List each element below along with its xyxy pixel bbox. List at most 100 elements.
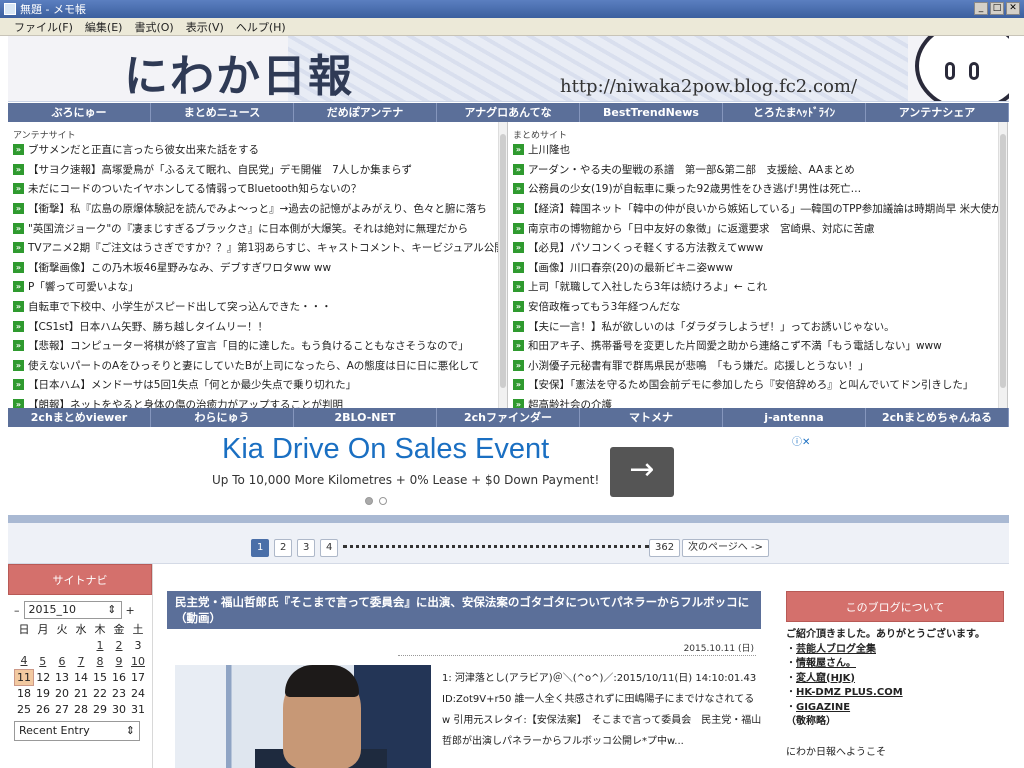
list-item-title[interactable]: 上司「就職して入社したら3年は続けろよ」← これ: [528, 279, 767, 294]
list-item[interactable]: » 【画像】川口春奈(20)の最新ビキニ姿www: [508, 258, 1007, 278]
about-link[interactable]: 変人窟(HJK): [796, 673, 855, 684]
list-item[interactable]: » 使えないパートのAをひっそりと妻にしていたBが上司になったら、Aの態度は日に日…: [8, 356, 507, 376]
list-item-title[interactable]: 【衝撃画像】この乃木坂46星野みなみ、デブすぎワロタww ww: [28, 260, 331, 275]
list-item[interactable]: » 【衝撃画像】この乃木坂46星野みなみ、デブすぎワロタww ww: [8, 258, 507, 278]
post-title[interactable]: 民主党・福山哲郎氏『そこまで言って委員会』に出演、安保法案のゴタゴタについてパネ…: [167, 591, 761, 629]
calendar-day[interactable]: 8: [91, 653, 110, 669]
list-item-title[interactable]: ブサメンだと正直に言ったら彼女出来た話をする: [28, 142, 259, 157]
list-item[interactable]: » 超高齢社会の介護: [508, 395, 1007, 408]
scrollbar-thumb[interactable]: [1000, 134, 1006, 388]
list-item[interactable]: » 未だにコードのついたイヤホンしてる情弱ってBluetooth知らないの？: [8, 179, 507, 199]
list-item-title[interactable]: 【悲報】コンピューター将棋が終了宣言「目的に達した。もう負けることもなさそうなの…: [28, 338, 469, 353]
list-item[interactable]: » 【経済】韓国ネット「韓中の仲が良いから嫉妬している」―韓国のTPP参加議論は時…: [508, 199, 1007, 219]
list-item-title[interactable]: 【CS1st】日本ハム矢野、勝ち越しタイムリー！！: [28, 319, 268, 334]
nav-link[interactable]: マトメナ: [580, 408, 723, 427]
menu-file[interactable]: ファイル(F): [14, 19, 73, 35]
next-page-button[interactable]: 次のページへ ->: [682, 539, 769, 557]
list-item[interactable]: » 安倍政権ってもう3年経つんだな: [508, 297, 1007, 317]
about-link[interactable]: 芸能人ブログ全集: [796, 644, 876, 655]
list-item[interactable]: » 【必見】パソコンくっそ軽くする方法教えてwww: [508, 238, 1007, 258]
list-item-title[interactable]: 【経済】韓国ネット「韓中の仲が良いから嫉妬している」―韓国のTPP参加議論は時期…: [528, 201, 1007, 216]
calendar-day[interactable]: 2: [110, 637, 129, 653]
matome-list-scrollbar[interactable]: [998, 122, 1007, 408]
list-item-title[interactable]: 【画像】川口春奈(20)の最新ビキニ姿www: [528, 260, 733, 275]
list-item[interactable]: » ブサメンだと正直に言ったら彼女出来た話をする: [8, 140, 507, 160]
list-item[interactable]: » TVアニメ2期『ご注文はうさぎですか？？』第1羽あらすじ、キャストコメント、キ…: [8, 238, 507, 258]
page-link[interactable]: 3: [297, 539, 316, 557]
list-item[interactable]: » アーダン・やる夫の聖戦の系譜 第一部&第二部 支援絵、AAまとめ: [508, 160, 1007, 180]
calendar-day[interactable]: 7: [72, 653, 91, 669]
minimize-button[interactable]: _: [974, 2, 988, 15]
list-item[interactable]: » 自転車で下校中、小学生がスピード出して突っ込んできた・・・: [8, 297, 507, 317]
nav-link[interactable]: アナグロあんてな: [437, 103, 580, 122]
site-logo[interactable]: にわか日報: [124, 40, 354, 101]
list-item-title[interactable]: 未だにコードのついたイヤホンしてる情弱ってBluetooth知らないの？: [28, 181, 361, 196]
list-item[interactable]: » 小渕優子元秘書有罪で群馬県民が悲鳴 「もう嫌だ。応援しとうない！」: [508, 356, 1007, 376]
list-item-title[interactable]: TVアニメ2期『ご注文はうさぎですか？？』第1羽あらすじ、キャストコメント、キー…: [28, 240, 507, 255]
list-item-title[interactable]: 安倍政権ってもう3年経つんだな: [528, 299, 680, 314]
list-item-title[interactable]: 南京市の博物館から「日中友好の象徴」に返還要求 宮崎県、対応に苦慮: [528, 221, 875, 236]
list-item-title[interactable]: P「響って可愛いよな」: [28, 279, 139, 294]
list-item[interactable]: » P「響って可愛いよな」: [8, 277, 507, 297]
list-item[interactable]: » 【サヨク速報】高塚愛鳥が「ふるえて眠れ、自民党」デモ開催 7人しか集まらず: [8, 160, 507, 180]
nav-link[interactable]: j-antenna: [723, 408, 866, 427]
menu-edit[interactable]: 編集(E): [85, 19, 123, 35]
list-item[interactable]: » 和田アキ子、携帯番号を変更した片岡愛之助から連絡こず不満「もう電話しない」ww…: [508, 336, 1007, 356]
nav-link[interactable]: 2BLO-NET: [294, 408, 437, 427]
list-item-title[interactable]: 公務員の少女(19)が自転車に乗った92歳男性をひき逃げ!男性は死亡…: [528, 181, 861, 196]
site-banner[interactable]: にわか日報 http://niwaka2pow.blog.fc2.com/: [8, 36, 1009, 102]
antenna-list-scrollbar[interactable]: [498, 122, 507, 408]
calendar-day[interactable]: 4: [15, 653, 34, 669]
about-link[interactable]: HK-DMZ PLUS.COM: [796, 687, 903, 698]
list-item-title[interactable]: 使えないパートのAをひっそりと妻にしていたBが上司になったら、Aの態度は日に日に…: [28, 358, 479, 373]
list-item[interactable]: » 【CS1st】日本ハム矢野、勝ち越しタイムリー！！: [8, 316, 507, 336]
list-item[interactable]: » 公務員の少女(19)が自転車に乗った92歳男性をひき逃げ!男性は死亡…: [508, 179, 1007, 199]
list-item[interactable]: » 【衝撃】私『広島の原爆体験記を読んでみよ～っと』→過去の記憶がよみがえり、色々…: [8, 199, 507, 219]
menu-view[interactable]: 表示(V): [186, 19, 224, 35]
recent-entry-select[interactable]: Recent Entry ⇕: [14, 721, 140, 741]
list-item[interactable]: » 上司「就職して入社したら3年は続けろよ」← これ: [508, 277, 1007, 297]
ad-banner[interactable]: Kia Drive On Sales Event Up To 10,000 Mo…: [8, 427, 1009, 523]
post-thumbnail[interactable]: [175, 665, 431, 768]
about-link[interactable]: 情報屋さん。: [796, 658, 856, 669]
nav-link[interactable]: わらにゅう: [151, 408, 294, 427]
month-select[interactable]: 2015_10 ⇕: [23, 601, 122, 619]
list-item-title[interactable]: 超高齢社会の介護: [528, 397, 612, 408]
list-item-title[interactable]: 【夫に一言！】私が欲しいのは「ダラダラしようぜ！」ってお誘いじゃない。: [528, 319, 895, 334]
arrow-right-icon[interactable]: →: [610, 447, 674, 497]
carousel-dot[interactable]: [379, 497, 387, 505]
nav-link[interactable]: 2chまとめちゃんねる: [866, 408, 1009, 427]
list-item[interactable]: » 【日本ハム】メンドーサは5回1失点「何とか最少失点で乗り切れた」: [8, 375, 507, 395]
list-item-title[interactable]: 【安保】「憲法を守るため国会前デモに参加したら『安倍辞めろ』と叫んでいてドン引き…: [528, 377, 973, 392]
list-item-title[interactable]: 【朗報】ネットをやると身体の傷の治癒力がアップすることが判明: [28, 397, 343, 408]
menu-format[interactable]: 書式(O): [134, 19, 173, 35]
list-item-title[interactable]: 上川隆也: [528, 142, 570, 157]
calendar-day[interactable]: 5: [34, 653, 53, 669]
nav-link[interactable]: 2chまとめviewer: [8, 408, 151, 427]
ad-headline[interactable]: Kia Drive On Sales Event: [222, 433, 549, 466]
calendar-day[interactable]: 6: [53, 653, 72, 669]
list-item[interactable]: » 上川隆也: [508, 140, 1007, 160]
nav-link[interactable]: とろたまﾍｯﾄﾞﾗｲﾝ: [723, 103, 866, 122]
list-item[interactable]: » 【悲報】コンピューター将棋が終了宣言「目的に達した。もう負けることもなさそうな…: [8, 336, 507, 356]
nav-link[interactable]: 2chファインダー: [437, 408, 580, 427]
calendar-day[interactable]: 10: [129, 653, 148, 669]
calendar-day[interactable]: 9: [110, 653, 129, 669]
list-item-title[interactable]: 自転車で下校中、小学生がスピード出して突っ込んできた・・・: [28, 299, 332, 314]
page-link[interactable]: 4: [320, 539, 339, 557]
calendar-next-button[interactable]: +: [126, 604, 135, 617]
list-item-title[interactable]: "英国流ジョーク"の『凄まじすぎるブラックさ』に日本側が大爆笑。それは絶対に無理…: [28, 221, 468, 236]
list-item-title[interactable]: 和田アキ子、携帯番号を変更した片岡愛之助から連絡こず不満「もう電話しない」www: [528, 338, 942, 353]
list-item-title[interactable]: 【必見】パソコンくっそ軽くする方法教えてwww: [528, 240, 763, 255]
list-item-title[interactable]: 【衝撃】私『広島の原爆体験記を読んでみよ～っと』→過去の記憶がよみがえり、色々と…: [28, 201, 487, 216]
list-item[interactable]: » 【安保】「憲法を守るため国会前デモに参加したら『安倍辞めろ』と叫んでいてドン引…: [508, 375, 1007, 395]
carousel-dot[interactable]: [365, 497, 373, 505]
menu-help[interactable]: ヘルプ(H): [236, 19, 286, 35]
calendar-day[interactable]: 1: [91, 637, 110, 653]
page-link-current[interactable]: 1: [251, 539, 270, 557]
list-item-title[interactable]: アーダン・やる夫の聖戦の系譜 第一部&第二部 支援絵、AAまとめ: [528, 162, 855, 177]
list-item-title[interactable]: 【サヨク速報】高塚愛鳥が「ふるえて眠れ、自民党」デモ開催 7人しか集まらず: [28, 162, 412, 177]
nav-link[interactable]: だめぽアンテナ: [294, 103, 437, 122]
close-button[interactable]: ✕: [1006, 2, 1020, 15]
scrollbar-thumb[interactable]: [500, 134, 506, 388]
